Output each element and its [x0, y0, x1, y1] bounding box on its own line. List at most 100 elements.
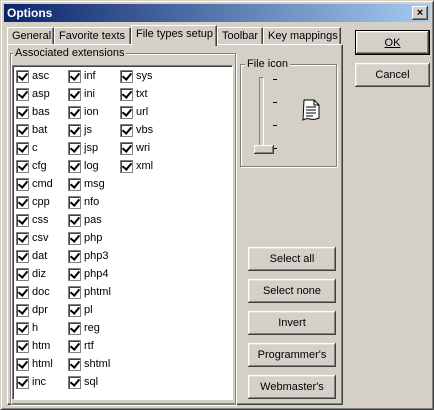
select-all-button[interactable]: Select all — [248, 247, 336, 271]
tab-key-mappings[interactable]: Key mappings — [263, 27, 341, 45]
extension-label: phtml — [84, 286, 111, 298]
extension-label: sql — [84, 376, 99, 388]
tab-toolbar[interactable]: Toolbar — [217, 27, 263, 45]
programmers-label: Programmer's — [257, 349, 327, 361]
extension-label: cmd — [32, 178, 53, 190]
checkbox-checked-icon[interactable] — [68, 88, 81, 101]
checkbox-checked-icon[interactable] — [68, 268, 81, 281]
checkbox-checked-icon[interactable] — [16, 322, 29, 335]
checkbox-checked-icon[interactable] — [120, 160, 133, 173]
checkbox-checked-icon[interactable] — [16, 232, 29, 245]
tab-general[interactable]: General — [7, 27, 54, 45]
extension-label: h — [32, 322, 39, 334]
tab-file-types-setup[interactable]: File types setup — [131, 25, 217, 46]
checkbox-checked-icon[interactable] — [16, 142, 29, 155]
extension-label: inc — [32, 376, 47, 388]
extension-label: bas — [32, 106, 50, 118]
invert-button[interactable]: Invert — [248, 311, 336, 335]
checkbox-checked-icon[interactable] — [68, 196, 81, 209]
checkbox-checked-icon[interactable] — [68, 214, 81, 227]
webmasters-button[interactable]: Webmaster's — [248, 375, 336, 399]
extension-label: reg — [84, 322, 100, 334]
checkbox-checked-icon[interactable] — [16, 70, 29, 83]
extension-label: shtml — [84, 358, 111, 370]
checkbox-checked-icon[interactable] — [68, 178, 81, 191]
checkbox-checked-icon[interactable] — [16, 250, 29, 263]
extension-label: html — [32, 358, 53, 370]
extension-label: vbs — [136, 124, 154, 136]
checkbox-checked-icon[interactable] — [68, 340, 81, 353]
checkbox-checked-icon[interactable] — [120, 106, 133, 119]
extension-label: log — [84, 160, 99, 172]
extension-label: jsp — [84, 142, 99, 154]
extensions-list[interactable]: asc asp bas bat c cfg cmd cpp css csv dat diz doc dpr… — [12, 65, 233, 400]
webmasters-label: Webmaster's — [260, 381, 324, 393]
checkbox-checked-icon[interactable] — [16, 124, 29, 137]
checkbox-checked-icon[interactable] — [68, 376, 81, 389]
extension-label: pas — [84, 214, 102, 226]
extension-label: c — [32, 142, 38, 154]
checkbox-checked-icon[interactable] — [68, 106, 81, 119]
checkbox-checked-icon[interactable] — [120, 124, 133, 137]
checkbox-checked-icon[interactable] — [68, 250, 81, 263]
extension-label: asc — [32, 70, 50, 82]
extension-label: ini — [84, 88, 96, 100]
extension-label: txt — [136, 88, 148, 100]
checkbox-checked-icon[interactable] — [16, 304, 29, 317]
checkbox-checked-icon[interactable] — [68, 70, 81, 83]
checkbox-checked-icon[interactable] — [16, 376, 29, 389]
slider-tick — [273, 102, 277, 103]
checkbox-checked-icon[interactable] — [68, 160, 81, 173]
ok-button[interactable]: OK — [355, 30, 430, 55]
extension-label: cfg — [32, 160, 47, 172]
file-icon-slider-track[interactable] — [259, 77, 264, 153]
extension-label: htm — [32, 340, 51, 352]
checkbox-checked-icon[interactable] — [16, 160, 29, 173]
ok-button-label: OK — [384, 36, 401, 49]
extension-label: cpp — [32, 196, 50, 208]
extension-label: dat — [32, 250, 48, 262]
file-icon-group-label: File icon — [245, 58, 290, 70]
checkbox-checked-icon[interactable] — [16, 214, 29, 227]
checkbox-checked-icon[interactable] — [68, 232, 81, 245]
checkbox-checked-icon[interactable] — [68, 304, 81, 317]
extension-label: bat — [32, 124, 48, 136]
extension-label: php3 — [84, 250, 109, 262]
checkbox-checked-icon[interactable] — [68, 286, 81, 299]
extension-label: php4 — [84, 268, 109, 280]
select-all-label: Select all — [269, 253, 315, 265]
checkbox-checked-icon[interactable] — [68, 142, 81, 155]
checkbox-checked-icon[interactable] — [120, 70, 133, 83]
checkbox-checked-icon[interactable] — [120, 88, 133, 101]
checkbox-checked-icon[interactable] — [16, 268, 29, 281]
file-icon-slider-thumb[interactable] — [254, 145, 274, 154]
checkbox-checked-icon[interactable] — [16, 286, 29, 299]
checkbox-checked-icon[interactable] — [68, 124, 81, 137]
extension-label: php — [84, 232, 103, 244]
extension-label: pl — [84, 304, 93, 316]
extension-label: xml — [136, 160, 154, 172]
cancel-button[interactable]: Cancel — [355, 63, 430, 87]
close-icon[interactable]: × — [412, 6, 428, 20]
checkbox-checked-icon[interactable] — [16, 196, 29, 209]
extensions-group-label: Associated extensions — [13, 47, 127, 59]
checkbox-checked-icon[interactable] — [68, 358, 81, 371]
cancel-button-label: Cancel — [375, 69, 410, 81]
programmers-button[interactable]: Programmer's — [248, 343, 336, 367]
tab-favorite-texts[interactable]: Favorite texts — [54, 27, 131, 45]
checkbox-checked-icon[interactable] — [16, 178, 29, 191]
checkbox-checked-icon[interactable] — [120, 142, 133, 155]
extension-label: wri — [136, 142, 151, 154]
extension-label: nfo — [84, 196, 100, 208]
extension-label: csv — [32, 232, 49, 244]
checkbox-checked-icon[interactable] — [16, 340, 29, 353]
checkbox-checked-icon[interactable] — [16, 106, 29, 119]
checkbox-checked-icon[interactable] — [68, 322, 81, 335]
checkbox-checked-icon[interactable] — [16, 88, 29, 101]
document-icon — [302, 99, 320, 121]
title-bar[interactable]: Options × — [4, 4, 430, 22]
select-none-button[interactable]: Select none — [248, 279, 336, 303]
slider-tick — [273, 79, 277, 80]
checkbox-checked-icon[interactable] — [16, 358, 29, 371]
extension-label: sys — [136, 70, 153, 82]
